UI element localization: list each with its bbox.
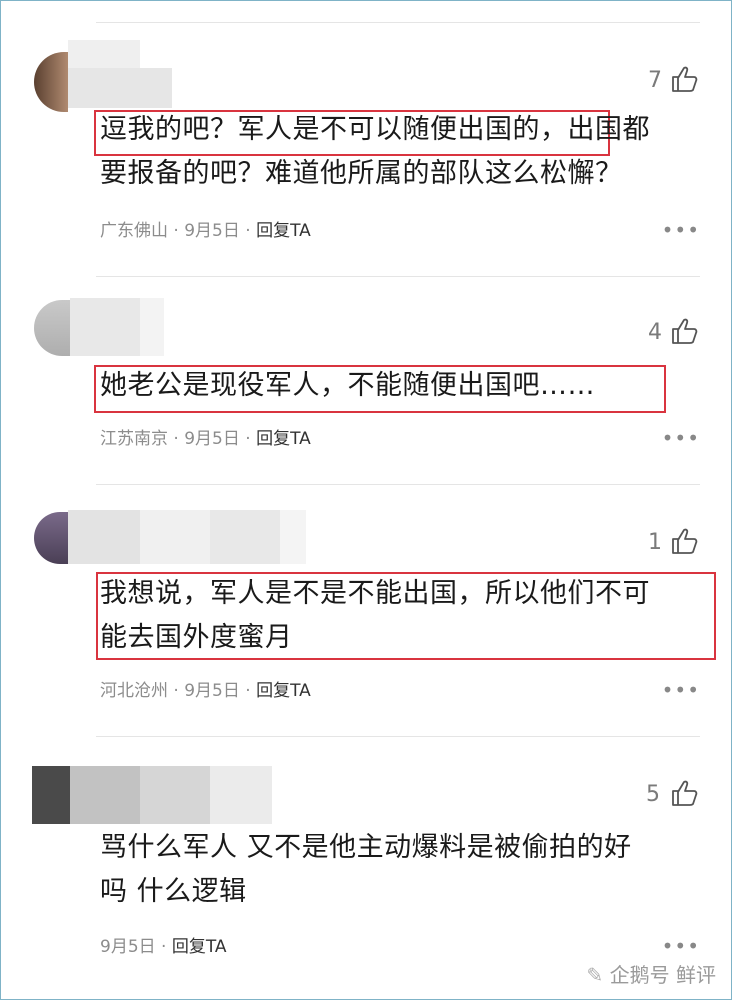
avatar[interactable] xyxy=(34,300,70,356)
comment-meta: 江苏南京 · 9月5日 · 回复TA xyxy=(100,424,311,449)
username-blurred xyxy=(140,298,164,356)
username-blurred xyxy=(70,298,140,356)
username-blurred xyxy=(68,40,140,68)
comment-line: 骂什么军人 又不是他主动爆料是被偷拍的好 xyxy=(100,832,632,863)
like-count: 4 xyxy=(648,320,662,345)
meta-separator: · xyxy=(245,681,251,701)
more-options-icon[interactable]: ••• xyxy=(662,426,700,450)
comment-line: 逗我的吧？军人是不可以随便出国的，出国都 xyxy=(100,114,650,145)
comment-line: 我想说，军人是不是不能出国，所以他们不可 xyxy=(100,578,650,609)
separator xyxy=(96,484,700,485)
username-blurred xyxy=(210,766,272,824)
comment-line: 吗 什么逻辑 xyxy=(100,876,247,907)
comment-text: 骂什么军人 又不是他主动爆料是被偷拍的好 吗 什么逻辑 xyxy=(100,826,632,914)
username-blurred xyxy=(70,766,140,824)
comment-line: 她老公是现役军人，不能随便出国吧…… xyxy=(100,370,595,401)
comment-meta: 9月5日 · 回复TA xyxy=(100,932,227,957)
date: 9月5日 xyxy=(184,681,240,701)
separator xyxy=(96,276,700,277)
meta-separator: · xyxy=(173,429,179,449)
thumbs-up-icon[interactable] xyxy=(670,64,700,94)
location: 江苏南京 xyxy=(100,429,168,449)
comment-text: 我想说，军人是不是不能出国，所以他们不可 能去国外度蜜月 xyxy=(100,572,650,660)
location: 广东佛山 xyxy=(100,221,168,241)
penguin-icon: ✎ xyxy=(586,963,604,987)
comment-text: 逗我的吧？军人是不可以随便出国的，出国都 要报备的吧？难道他所属的部队这么松懈？ xyxy=(100,108,650,196)
username-blurred xyxy=(280,510,306,564)
location: 河北沧州 xyxy=(100,681,168,701)
thumbs-up-icon[interactable] xyxy=(670,526,700,556)
avatar[interactable] xyxy=(34,512,68,564)
more-options-icon[interactable]: ••• xyxy=(662,678,700,702)
comment-meta: 广东佛山 · 9月5日 · 回复TA xyxy=(100,216,311,241)
separator xyxy=(96,736,700,737)
meta-separator: · xyxy=(245,429,251,449)
reply-link[interactable]: 回复TA xyxy=(172,937,227,957)
username-blurred xyxy=(68,510,140,564)
separator xyxy=(96,22,700,23)
username-blurred xyxy=(140,510,210,564)
comment-meta: 河北沧州 · 9月5日 · 回复TA xyxy=(100,676,311,701)
username-blurred xyxy=(140,766,210,824)
meta-separator: · xyxy=(173,681,179,701)
thumbs-up-icon[interactable] xyxy=(670,316,700,346)
like-count: 7 xyxy=(648,68,662,93)
meta-separator: · xyxy=(161,937,167,957)
more-options-icon[interactable]: ••• xyxy=(662,218,700,242)
like-count: 1 xyxy=(648,530,662,555)
thumbs-up-icon[interactable] xyxy=(670,778,700,808)
username-blurred xyxy=(210,510,280,564)
date: 9月5日 xyxy=(100,937,156,957)
date: 9月5日 xyxy=(184,429,240,449)
comment-text: 她老公是现役军人，不能随便出国吧…… xyxy=(100,364,595,408)
reply-link[interactable]: 回复TA xyxy=(256,429,311,449)
avatar[interactable] xyxy=(32,766,70,824)
reply-link[interactable]: 回复TA xyxy=(256,681,311,701)
avatar[interactable] xyxy=(34,52,68,112)
watermark-text: 企鹅号 鲜评 xyxy=(609,963,716,987)
watermark: ✎ 企鹅号 鲜评 xyxy=(587,959,716,988)
username-blurred xyxy=(68,68,172,108)
meta-separator: · xyxy=(173,221,179,241)
comment-line: 要报备的吧？难道他所属的部队这么松懈？ xyxy=(100,158,623,189)
more-options-icon[interactable]: ••• xyxy=(662,934,700,958)
reply-link[interactable]: 回复TA xyxy=(256,221,311,241)
like-count: 5 xyxy=(646,782,660,807)
date: 9月5日 xyxy=(184,221,240,241)
meta-separator: · xyxy=(245,221,251,241)
comment-line: 能去国外度蜜月 xyxy=(100,622,293,653)
